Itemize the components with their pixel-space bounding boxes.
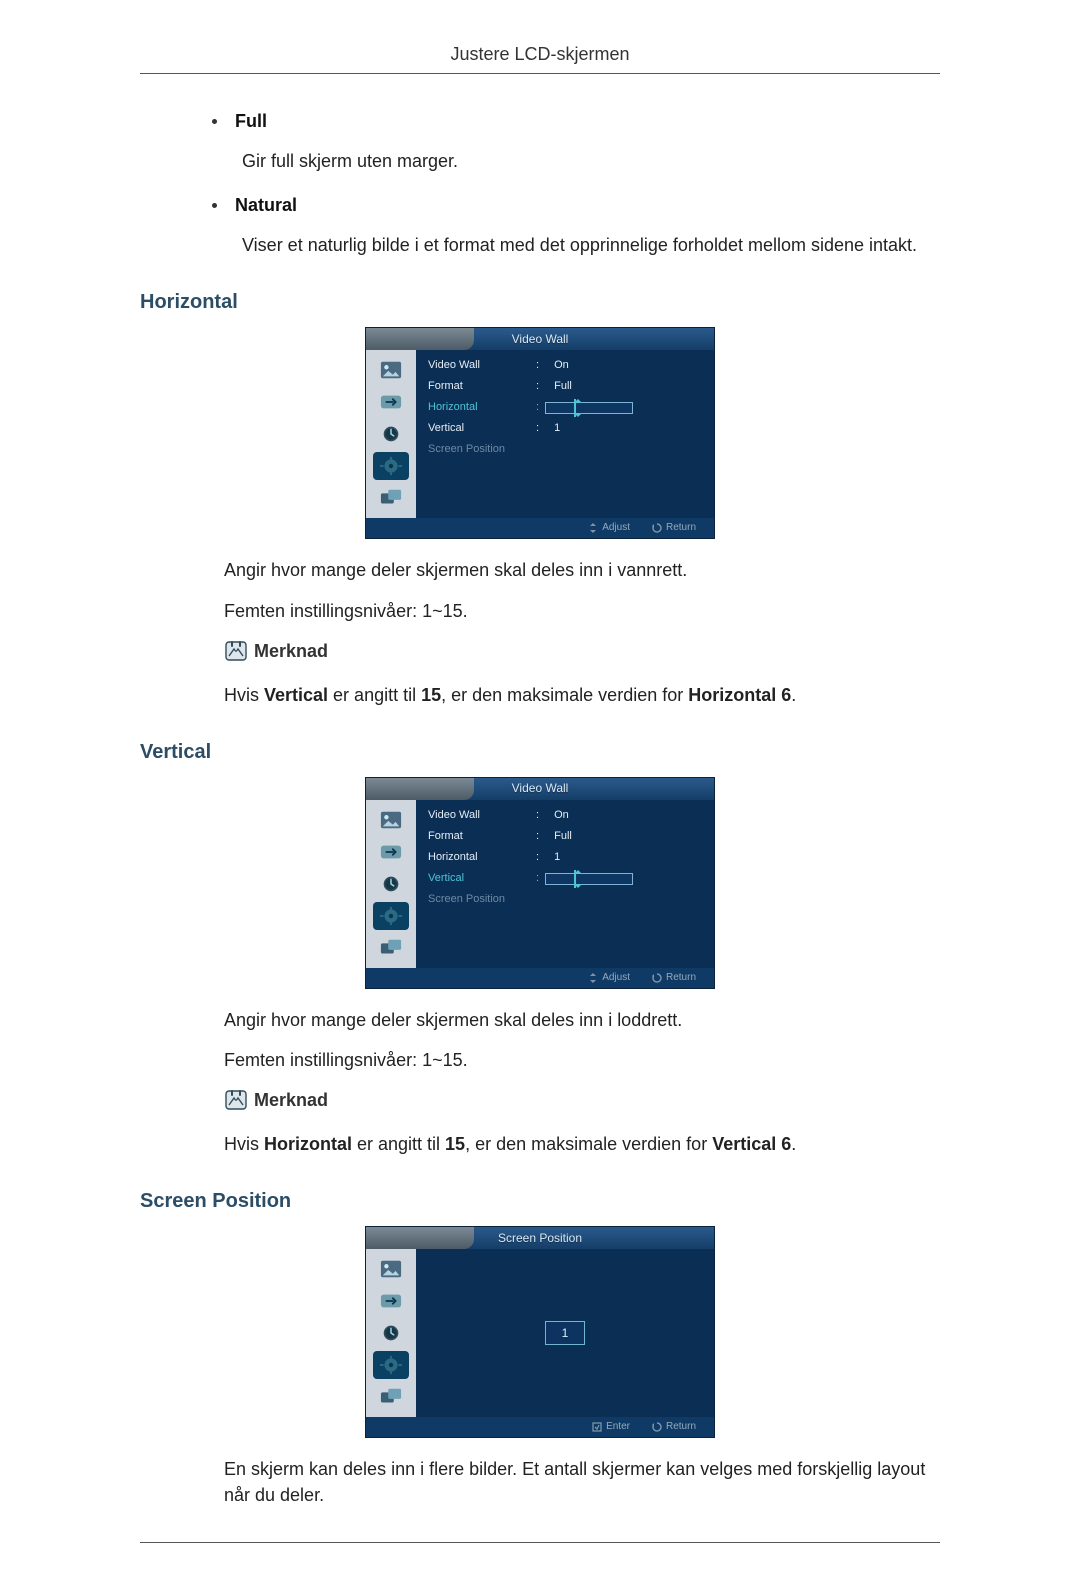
osd-screen-position: Screen Position 1 Enter Return [365, 1226, 715, 1438]
format-options-list: Full Gir full skjerm uten marger. Natura… [140, 108, 940, 258]
section-title-horizontal: Horizontal [140, 288, 940, 317]
screen-position-cell: 1 [545, 1321, 585, 1345]
input-icon [373, 388, 409, 416]
osd-horizontal: Video Wall Video Wall: On Format: Full H… [365, 327, 715, 539]
osd-title: Video Wall [512, 780, 569, 797]
note-label: Merknad [254, 638, 328, 664]
input-icon [373, 838, 409, 866]
gear-icon [373, 902, 409, 930]
osd-title: Screen Position [498, 1230, 582, 1247]
picture-icon [373, 806, 409, 834]
osd-footer-return: Return [652, 971, 696, 986]
option-natural-label: Natural [235, 192, 297, 218]
osd-footer-adjust: Adjust [588, 971, 630, 986]
multiscreen-icon [373, 484, 409, 512]
note-icon [224, 1089, 248, 1111]
slider-icon [545, 402, 633, 414]
osd-row-vertical: Vertical: [428, 871, 702, 887]
osd-row-horizontal: Horizontal: [428, 400, 702, 416]
input-icon [373, 1287, 409, 1315]
note-icon [224, 640, 248, 662]
option-full-desc: Gir full skjerm uten marger. [242, 148, 940, 174]
page-running-header: Justere LCD-skjermen [140, 41, 940, 74]
clock-icon [373, 420, 409, 448]
gear-icon [373, 1351, 409, 1379]
osd-title: Video Wall [512, 331, 569, 348]
page-footer-rule [140, 1542, 940, 1543]
note-label: Merknad [254, 1087, 328, 1113]
osd-footer-enter: Enter [592, 1420, 630, 1435]
horizontal-desc: Angir hvor mange deler skjermen skal del… [224, 557, 940, 583]
option-full: Full [212, 108, 940, 134]
option-natural-desc: Viser et naturlig bilde i et format med … [242, 232, 940, 258]
osd-sidebar [366, 350, 416, 518]
section-title-screenposition: Screen Position [140, 1187, 940, 1216]
osd-footer-return: Return [652, 1420, 696, 1435]
multiscreen-icon [373, 934, 409, 962]
picture-icon [373, 356, 409, 384]
horizontal-note-body: Hvis Vertical er angitt til 15, er den m… [224, 682, 940, 708]
vertical-note-body: Hvis Horizontal er angitt til 15, er den… [224, 1131, 940, 1157]
picture-icon [373, 1255, 409, 1283]
section-title-vertical: Vertical [140, 738, 940, 767]
slider-icon [545, 873, 633, 885]
option-full-label: Full [235, 108, 267, 134]
clock-icon [373, 1319, 409, 1347]
gear-icon [373, 452, 409, 480]
osd-footer-adjust: Adjust [588, 521, 630, 536]
multiscreen-icon [373, 1383, 409, 1411]
vertical-desc: Angir hvor mange deler skjermen skal del… [224, 1007, 940, 1033]
screenposition-desc: En skjerm kan deles inn i flere bilder. … [224, 1456, 940, 1508]
vertical-levels: Femten instillingsnivåer: 1~15. [224, 1047, 940, 1073]
bullet-icon [212, 203, 217, 208]
osd-footer-return: Return [652, 521, 696, 536]
option-natural: Natural [212, 192, 940, 218]
horizontal-levels: Femten instillingsnivåer: 1~15. [224, 598, 940, 624]
clock-icon [373, 870, 409, 898]
bullet-icon [212, 119, 217, 124]
osd-vertical: Video Wall Video Wall: On Format: Full H… [365, 777, 715, 989]
